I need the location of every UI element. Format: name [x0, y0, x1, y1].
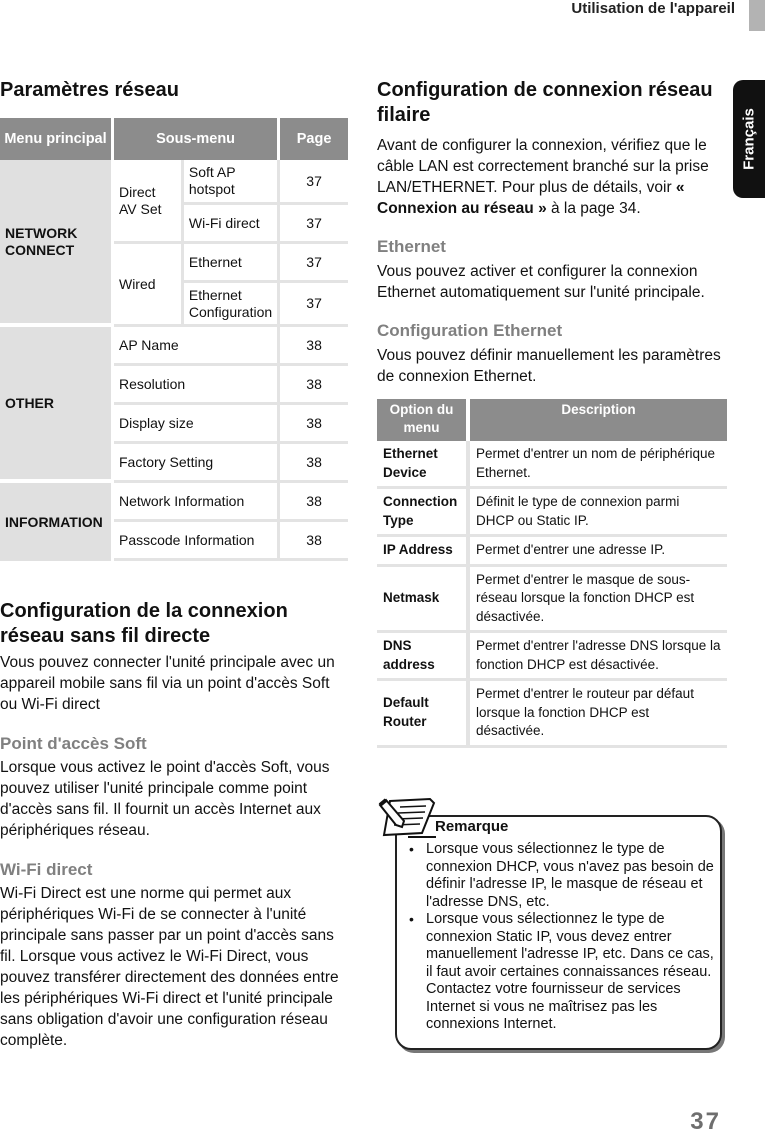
note-item: Lorsque vous sélectionnez le type de con…	[409, 911, 717, 1034]
header-page: Page	[280, 118, 348, 160]
ethernet-title: Ethernet	[377, 237, 446, 256]
option-description: Permet d'entrer le routeur par défaut lo…	[470, 681, 727, 748]
ethernet-options-table: Option du menu Description Ethernet Devi…	[377, 399, 727, 748]
table-row: Ethernet Device Permet d'entrer un nom d…	[377, 441, 727, 489]
header-option: Option du menu	[377, 399, 470, 441]
page-cell: 38	[280, 327, 348, 366]
page-cell: 38	[280, 444, 348, 483]
network-settings-table: Menu principal Sous-menu Page NETWORK CO…	[0, 118, 348, 561]
header-main-menu: Menu principal	[0, 118, 114, 160]
wired-intro-text: Avant de configurer la connexion, vérifi…	[377, 137, 709, 196]
submenu-item-cell: Ethernet Configuration	[183, 283, 281, 327]
soft-ap-text: Lorsque vous activez le point d'accès So…	[0, 759, 330, 839]
wired-section-title: Configuration de connexion réseau filair…	[377, 79, 713, 126]
submenu-group-cell: Direct AV Set	[113, 160, 184, 244]
table-row: DNS address Permet d'entrer l'adresse DN…	[377, 633, 727, 681]
option-description: Définit le type de connexion parmi DHCP …	[470, 489, 727, 537]
option-name: Connection Type	[377, 489, 470, 537]
table-row: OTHER AP Name 38	[0, 327, 348, 483]
option-description: Permet d'entrer un nom de périphérique E…	[470, 441, 727, 489]
section-title: Utilisation de l'appareil	[571, 0, 735, 17]
main-menu-cell: OTHER	[0, 327, 114, 483]
ethernet-config-title: Configuration Ethernet	[377, 321, 563, 340]
page-cell: 37	[280, 244, 348, 283]
option-description: Permet d'entrer l'adresse DNS lorsque la…	[470, 633, 727, 681]
option-name: Ethernet Device	[377, 441, 470, 489]
submenu-item-cell: Factory Setting	[113, 444, 281, 483]
page-cell: 37	[280, 160, 348, 205]
wifi-direct-text: Wi-Fi Direct est une norme qui permet au…	[0, 885, 339, 1049]
option-name: Default Router	[377, 681, 470, 748]
submenu-item-cell: AP Name	[113, 327, 281, 366]
network-settings-title: Paramètres réseau	[0, 79, 180, 101]
page-cell: 37	[280, 283, 348, 327]
header-description: Description	[470, 399, 727, 441]
page-cell: 38	[280, 405, 348, 444]
submenu-item-cell: Soft AP hotspot	[183, 160, 281, 205]
left-column: Paramètres réseau Menu principal Sous-me…	[0, 78, 348, 1051]
wireless-section-title: Configuration de la connexion réseau san…	[0, 600, 288, 647]
note-title: Remarque	[435, 818, 509, 835]
table-row: INFORMATION Network Information 38	[0, 483, 348, 561]
header-tab-marker	[749, 0, 765, 31]
submenu-item-cell: Network Information	[113, 483, 281, 522]
option-name: Netmask	[377, 566, 470, 633]
table-header-row: Menu principal Sous-menu Page	[0, 118, 348, 160]
wired-intro: Avant de configurer la connexion, vérifi…	[377, 135, 727, 219]
option-name: DNS address	[377, 633, 470, 681]
language-tab-label: Français	[740, 108, 758, 170]
wireless-intro: Vous pouvez connecter l'unité principale…	[0, 654, 335, 713]
option-name: IP Address	[377, 537, 470, 567]
submenu-group-cell: Wired	[113, 244, 184, 327]
note-box: Lorsque vous sélectionnez le type de con…	[395, 815, 722, 1050]
main-menu-cell: INFORMATION	[0, 483, 114, 561]
table-row: NETWORK CONNECT Direct AV Set Soft AP ho…	[0, 160, 348, 327]
page-cell: 38	[280, 522, 348, 561]
header-submenu: Sous-menu	[113, 118, 281, 160]
submenu-item-cell: Ethernet	[183, 244, 281, 283]
language-tab: Français	[733, 80, 765, 198]
table-row: IP Address Permet d'entrer une adresse I…	[377, 537, 727, 567]
note-list: Lorsque vous sélectionnez le type de con…	[409, 841, 717, 1034]
right-column: Configuration de connexion réseau filair…	[377, 78, 727, 748]
main-menu-cell: NETWORK CONNECT	[0, 160, 114, 327]
page-cell: 38	[280, 366, 348, 405]
submenu-item-cell: Resolution	[113, 366, 281, 405]
page-cell: 38	[280, 483, 348, 522]
submenu-item-cell: Passcode Information	[113, 522, 281, 561]
table-row: Netmask Permet d'entrer le masque de sou…	[377, 566, 727, 633]
soft-ap-title: Point d'accès Soft	[0, 734, 147, 753]
table-row: Connection Type Définit le type de conne…	[377, 489, 727, 537]
note-pencil-icon	[378, 797, 436, 838]
submenu-item-cell: Wi-Fi direct	[183, 205, 281, 244]
note-item: Lorsque vous sélectionnez le type de con…	[409, 841, 717, 911]
page-cell: 37	[280, 205, 348, 244]
option-description: Permet d'entrer une adresse IP.	[470, 537, 727, 567]
ethernet-config-text: Vous pouvez définir manuellement les par…	[377, 347, 721, 385]
submenu-item-cell: Display size	[113, 405, 281, 444]
option-description: Permet d'entrer le masque de sous-réseau…	[470, 567, 727, 633]
wifi-direct-title: Wi-Fi direct	[0, 860, 93, 879]
ethernet-text: Vous pouvez activer et configurer la con…	[377, 263, 705, 301]
page-number: 37	[690, 1108, 721, 1133]
table-header-row: Option du menu Description	[377, 399, 727, 441]
table-row: Default Router Permet d'entrer le routeu…	[377, 681, 727, 748]
wired-intro-suffix: à la page 34.	[546, 200, 641, 217]
